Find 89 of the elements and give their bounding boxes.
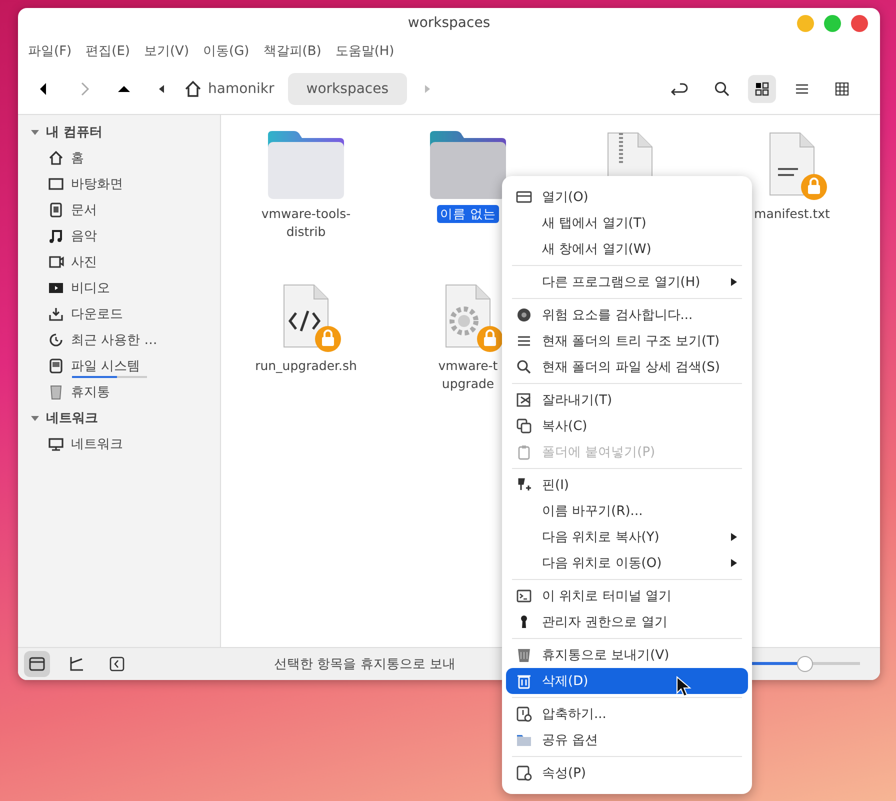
context-menu-item[interactable]: 공유 옵션 <box>506 727 748 753</box>
expander-icon[interactable] <box>30 413 40 423</box>
sidebar-item[interactable]: 최근 사용한 … <box>71 331 158 349</box>
sidebar-mode-button[interactable] <box>24 651 50 677</box>
trash-icon <box>516 673 532 689</box>
context-menu-item[interactable]: 압축하기... <box>506 701 748 727</box>
collapse-icon <box>108 655 126 673</box>
terminal-icon <box>516 588 532 604</box>
pin-icon <box>516 477 532 493</box>
home-icon <box>48 150 64 166</box>
disc-icon <box>516 307 532 323</box>
sidebar-item[interactable]: 홈 <box>71 149 84 167</box>
return-arrow-icon <box>670 81 690 97</box>
menu-item[interactable]: 편집(E) <box>86 42 130 60</box>
context-menu-item[interactable]: 열기(O) <box>506 184 748 210</box>
menu-item[interactable]: 이동(G) <box>203 42 250 60</box>
sidebar-item[interactable]: 문서 <box>71 201 97 219</box>
window-title: workspaces <box>408 15 490 31</box>
submenu-arrow-icon <box>730 558 738 568</box>
context-menu-item[interactable]: 핀(I) <box>506 472 748 498</box>
file-name[interactable]: manifest.txt <box>751 205 833 223</box>
film-icon <box>48 280 64 296</box>
view-mode-button[interactable] <box>748 75 776 103</box>
context-menu-item[interactable]: 새 창에서 열기(W) <box>506 236 748 262</box>
context-menu-item[interactable]: 속성(P) <box>506 760 748 786</box>
trash-icon <box>48 384 64 400</box>
properties-icon <box>516 765 532 781</box>
music-note-icon <box>48 228 64 244</box>
breadcrumb-button[interactable]: hamonikr <box>208 73 274 105</box>
context-menu-item[interactable]: 새 탭에서 열기(T) <box>506 210 748 236</box>
tree-icon <box>68 655 86 673</box>
menu-item[interactable]: 책갈피(B) <box>263 42 322 60</box>
menu-item[interactable]: 파일(F) <box>28 42 72 60</box>
context-menu-item[interactable]: 이 위치로 터미널 열기 <box>506 583 748 609</box>
sidebar-item[interactable]: 바탕화면 <box>71 175 123 193</box>
clock-icon <box>48 332 64 348</box>
drive-icon <box>48 358 64 374</box>
sidebar-item[interactable]: 네트워크 <box>71 435 123 453</box>
sidebar-item[interactable]: 음악 <box>71 227 97 245</box>
context-menu-item[interactable]: 다른 프로그램으로 열기(H) <box>506 269 748 295</box>
monitor-icon <box>48 176 64 192</box>
sidebar-item[interactable]: 휴지통 <box>71 383 110 401</box>
context-menu-item[interactable]: 이름 바꾸기(R)... <box>506 498 748 524</box>
compact-grid-icon <box>834 81 850 97</box>
file-name[interactable]: 이름 없는 <box>437 205 499 223</box>
menu-item[interactable]: 도움말(H) <box>335 42 394 60</box>
file-name[interactable]: run_upgrader.sh <box>252 357 360 375</box>
folder-icon <box>516 732 532 748</box>
close-button[interactable] <box>851 15 868 32</box>
submenu-arrow-icon <box>730 277 738 287</box>
sidebar-item[interactable]: 사진 <box>71 253 97 271</box>
document-icon <box>48 202 64 218</box>
home-icon <box>184 80 202 98</box>
context-menu-item[interactable]: 현재 폴더의 파일 상세 검색(S) <box>506 354 748 380</box>
breadcrumb-button[interactable]: workspaces <box>288 73 407 105</box>
scissors-icon <box>516 392 532 408</box>
menu-item[interactable]: 보기(V) <box>144 42 190 60</box>
mouse-pointer-icon <box>676 676 692 698</box>
download-icon <box>48 306 64 322</box>
clipboard-icon <box>516 444 532 460</box>
sidebar-section-header[interactable]: 네트워크 <box>46 409 98 427</box>
copy-icon <box>516 418 532 434</box>
context-menu-item[interactable]: 휴지통으로 보내기(V) <box>506 642 748 668</box>
grid-view-icon <box>754 81 770 97</box>
submenu-arrow-icon <box>730 532 738 542</box>
folder-icon <box>28 655 46 673</box>
slider-thumb[interactable] <box>797 656 813 672</box>
sidebar-item[interactable]: 비디오 <box>71 279 110 297</box>
search-icon <box>516 359 532 375</box>
context-menu-item[interactable]: 관리자 권한으로 열기 <box>506 609 748 635</box>
context-menu-item[interactable]: 위험 요소를 검사합니다... <box>506 302 748 328</box>
file-name[interactable]: vmware-t upgrade <box>435 357 501 393</box>
context-menu-item[interactable]: 복사(C) <box>506 413 748 439</box>
context-menu-item[interactable]: 다음 위치로 복사(Y) <box>506 524 748 550</box>
file-name[interactable]: vmware-tools- distrib <box>258 205 354 241</box>
context-menu-item[interactable]: 다음 위치로 이동(O) <box>506 550 748 576</box>
network-icon <box>48 436 64 452</box>
search-icon <box>714 81 730 97</box>
expander-icon[interactable] <box>30 127 40 137</box>
context-menu-item[interactable]: 삭제(D) <box>506 668 748 694</box>
context-menu-item[interactable]: 현재 폴더의 트리 구조 보기(T) <box>506 328 748 354</box>
folder-icon <box>516 189 532 205</box>
sidebar-section-header[interactable]: 내 컴퓨터 <box>46 123 103 141</box>
sidebar-item[interactable]: 파일 시스템 <box>71 357 140 375</box>
archive-icon <box>516 706 532 722</box>
context-menu-item[interactable]: 잘라내기(T) <box>506 387 748 413</box>
picture-icon <box>48 254 64 270</box>
sidebar-item[interactable]: 다운로드 <box>71 305 123 323</box>
trash-icon <box>516 647 532 663</box>
